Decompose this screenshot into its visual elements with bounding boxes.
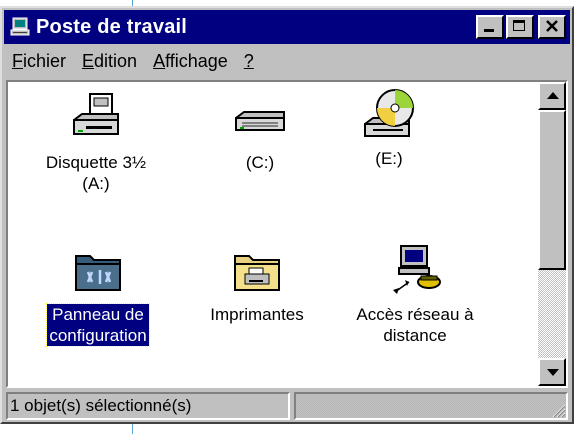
scroll-thumb[interactable] xyxy=(538,110,566,270)
minimize-icon xyxy=(484,29,494,32)
guide-line-bottom xyxy=(132,424,133,434)
title-bar[interactable]: Poste de travail xyxy=(4,10,570,44)
menu-edition[interactable]: Edition xyxy=(74,51,145,72)
control-panel-item[interactable]: Panneau de configuration xyxy=(28,242,168,347)
arrow-up-icon xyxy=(547,92,559,99)
resize-grip-icon[interactable] xyxy=(550,402,566,418)
maximize-icon xyxy=(513,20,525,31)
hard-drive-icon xyxy=(232,90,288,146)
item-label-line2: distance xyxy=(383,326,447,345)
menu-help[interactable]: ? xyxy=(236,51,262,72)
printers-folder-icon xyxy=(229,242,285,298)
cdrom-drive-e-item[interactable]: (E:) xyxy=(334,86,444,169)
item-label-line1: (C:) xyxy=(245,153,275,172)
item-label-line1: Panneau de xyxy=(52,305,144,324)
maximize-button[interactable] xyxy=(506,15,534,39)
item-label-line1: Disquette 3½ xyxy=(45,153,147,172)
control-panel-folder-icon xyxy=(70,242,126,298)
menu-bar: Fichier Edition Affichage ? xyxy=(4,46,570,76)
item-label-line1: (E:) xyxy=(375,149,403,168)
minimize-button[interactable] xyxy=(476,15,504,39)
scroll-down-button[interactable] xyxy=(538,358,566,386)
item-label-line1: Imprimantes xyxy=(210,305,304,324)
menu-fichier[interactable]: Fichier xyxy=(4,51,74,72)
computer-icon xyxy=(10,17,30,37)
window-title: Poste de travail xyxy=(36,15,188,38)
explorer-window: Poste de travail Fichier Edition Afficha… xyxy=(0,6,574,424)
vertical-scrollbar[interactable] xyxy=(538,82,566,386)
menu-affichage[interactable]: Affichage xyxy=(145,51,236,72)
arrow-down-icon xyxy=(547,369,559,376)
hard-drive-c-item[interactable]: (C:) xyxy=(200,90,320,173)
status-pane-empty xyxy=(293,392,568,420)
icon-view: Disquette 3½ (A:) (C:) (E:) Panneau de c… xyxy=(6,80,568,388)
dial-up-networking-item[interactable]: Accès réseau à distance xyxy=(340,242,490,346)
status-bar: 1 objet(s) sélectionné(s) xyxy=(6,392,568,422)
close-button[interactable] xyxy=(538,15,566,39)
close-icon xyxy=(544,18,560,39)
item-label-line1: Accès réseau à xyxy=(356,305,474,324)
item-label-line2: (A:) xyxy=(82,174,110,193)
floppy-drive-item[interactable]: Disquette 3½ (A:) xyxy=(26,90,166,194)
item-label-line2: configuration xyxy=(49,326,147,345)
floppy-drive-icon xyxy=(68,90,124,146)
scroll-up-button[interactable] xyxy=(538,82,566,110)
printers-item[interactable]: Imprimantes xyxy=(192,242,322,325)
dial-up-networking-icon xyxy=(387,242,443,298)
status-text: 1 objet(s) sélectionné(s) xyxy=(6,392,290,420)
cdrom-drive-icon xyxy=(361,86,417,146)
